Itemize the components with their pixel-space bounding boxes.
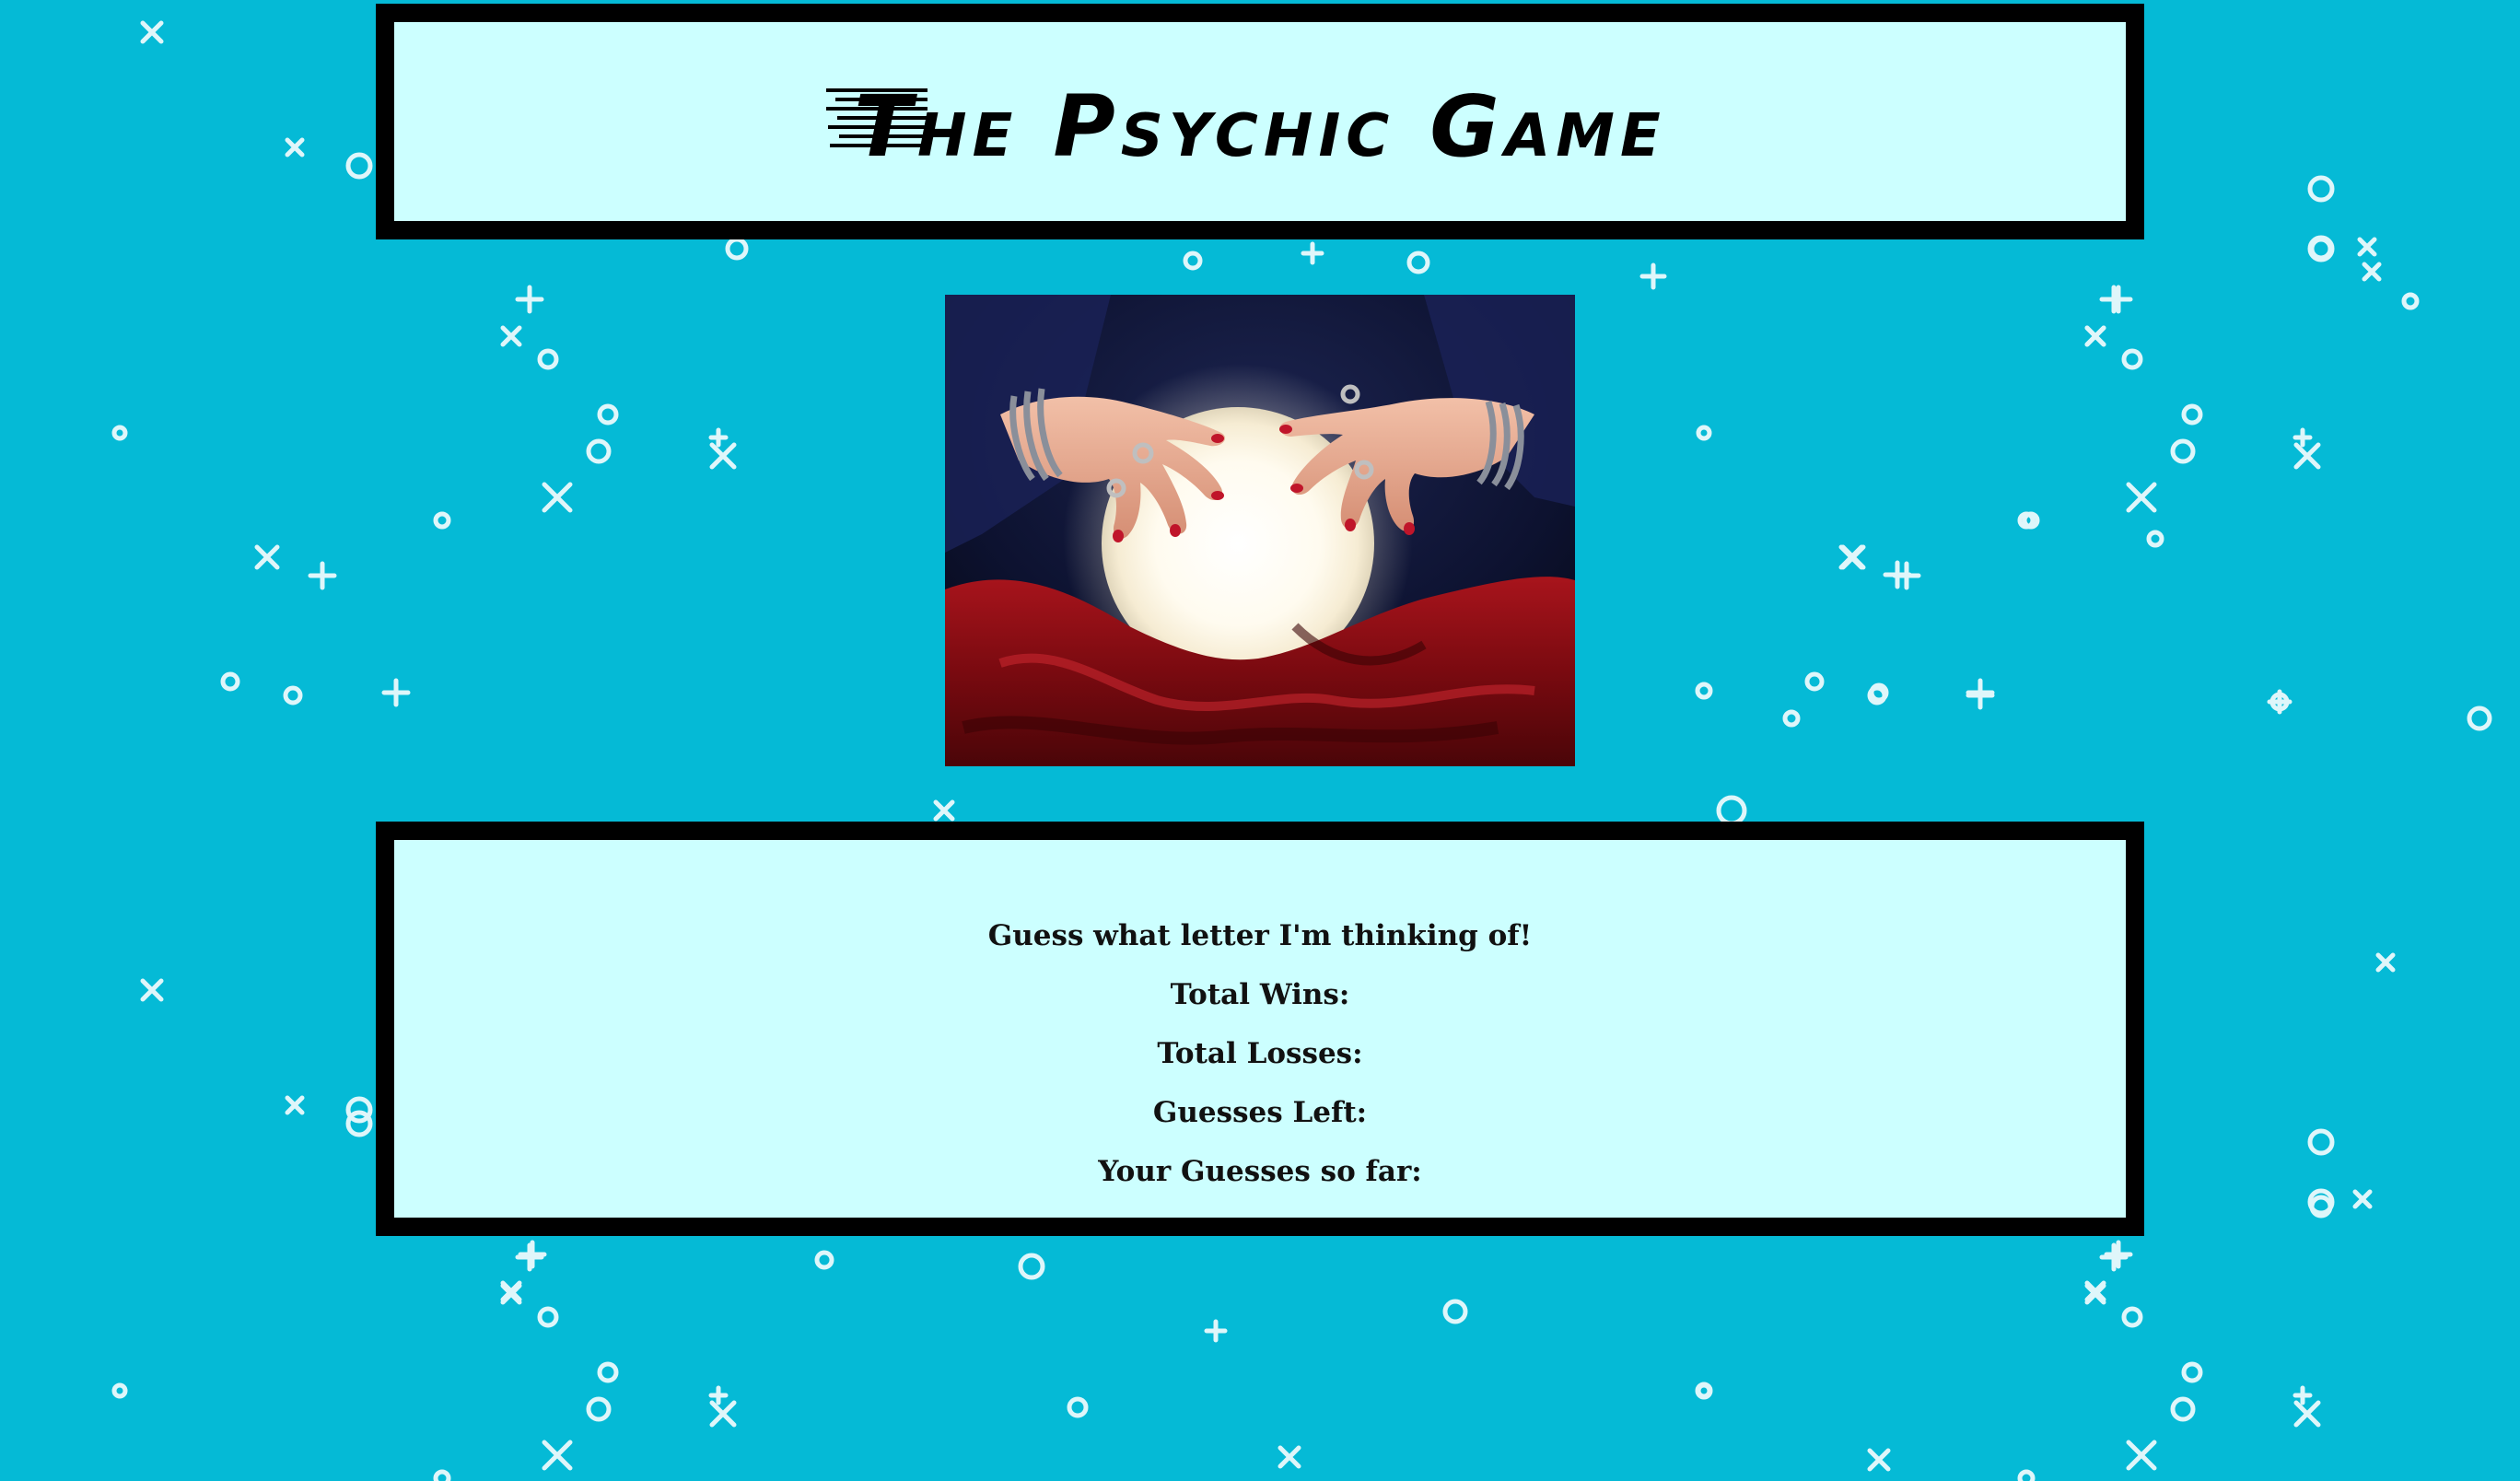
guesses-left-label: Guesses Left:	[1152, 1096, 1368, 1129]
crystal-ball-image	[945, 295, 1575, 766]
total-wins-label: Total Wins:	[1170, 978, 1350, 1011]
page-title-text: The Psychic Game	[854, 76, 1666, 176]
guesses-so-far-label: Your Guesses so far:	[1098, 1155, 1422, 1188]
speed-lines-icon	[826, 87, 928, 147]
total-losses-label: Total Losses:	[1157, 1037, 1363, 1070]
game-info-panel: Guess what letter I'm thinking of! Total…	[376, 822, 2144, 1236]
game-prompt: Guess what letter I'm thinking of!	[987, 919, 1533, 952]
title-banner: The Psychic Game	[376, 4, 2144, 239]
page-title: The Psychic Game	[826, 76, 1666, 176]
